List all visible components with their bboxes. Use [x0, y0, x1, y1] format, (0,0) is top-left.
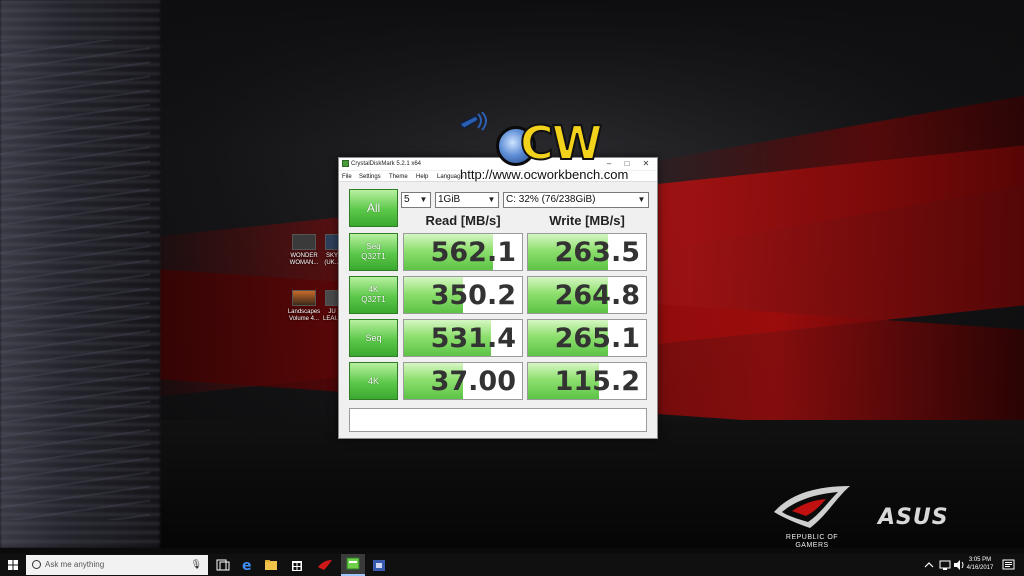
network-icon[interactable]: [938, 557, 952, 573]
cpuz-app-icon[interactable]: [370, 557, 388, 573]
seq-button[interactable]: Seq: [349, 319, 398, 357]
desktop-icon-wonder-woman[interactable]: WONDER WOMAN...: [286, 234, 322, 267]
clock-date[interactable]: 4/16/2017: [962, 565, 998, 572]
seq-q32t1-button[interactable]: Seq Q32T1: [349, 233, 398, 271]
4k-q32t1-button[interactable]: 4K Q32T1: [349, 276, 398, 314]
rog-logo: REPUBLIC OF GAMERS: [770, 484, 854, 550]
taskbar-crystaldiskmark-button[interactable]: [341, 554, 365, 576]
seq-write-result: 265.1: [527, 319, 647, 357]
rog-eye-icon: [774, 486, 850, 528]
drive-select[interactable]: C: 32% (76/238GiB) ▼: [503, 192, 649, 208]
image-thumbnail-icon: [292, 290, 316, 306]
close-button[interactable]: ✕: [640, 159, 652, 169]
asus-logo: ASUS: [878, 505, 949, 530]
edge-browser-icon[interactable]: e: [238, 557, 256, 573]
ocw-logo-letters: CW: [519, 116, 603, 170]
svg-text:e: e: [242, 558, 252, 573]
cortana-icon: [32, 560, 41, 569]
microphone-icon[interactable]: 🎙: [191, 559, 202, 570]
clock-time[interactable]: 3:05 PM: [962, 557, 998, 564]
menu-theme[interactable]: Theme: [389, 173, 408, 181]
crystaldiskmark-app-icon: [346, 557, 360, 570]
seq-q32t1-write-result: 263.5: [527, 233, 647, 271]
desktop-icon-landscapes[interactable]: Landscapes Volume 4...: [286, 290, 322, 323]
taskbar: Ask me anything 🎙 e 3:05 PM 4/16/2017: [0, 554, 1024, 576]
chevron-down-icon: ▼: [419, 195, 428, 204]
rog-app-icon[interactable]: [316, 557, 334, 573]
comment-field[interactable]: [349, 408, 647, 432]
4k-read-result: 37.00: [403, 362, 523, 400]
store-icon[interactable]: [288, 557, 306, 573]
chevron-down-icon: ▼: [487, 195, 496, 204]
test-count-select[interactable]: 5 ▼: [401, 192, 431, 208]
4k-q32t1-read-result: 350.2: [403, 276, 523, 314]
4k-q32t1-write-result: 264.8: [527, 276, 647, 314]
antenna-icon: [459, 112, 487, 131]
video-thumbnail-icon: [325, 290, 339, 306]
video-thumbnail-icon: [325, 234, 339, 250]
watermark-url: http://www.ocworkbench.com: [460, 167, 629, 182]
write-column-header: Write [MB/s]: [549, 213, 625, 228]
action-center-icon[interactable]: [1001, 557, 1017, 573]
4k-write-result: 115.2: [527, 362, 647, 400]
seq-read-result: 531.4: [403, 319, 523, 357]
file-explorer-icon[interactable]: [262, 557, 280, 573]
crystaldiskmark-app-icon: [342, 160, 349, 167]
windows-logo-icon: [8, 560, 18, 570]
start-button[interactable]: [0, 554, 26, 576]
test-size-select[interactable]: 1GiB ▼: [435, 192, 499, 208]
window-title: CrystalDiskMark 5.2.1 x64: [351, 161, 422, 167]
crystaldiskmark-window: CrystalDiskMark 5.2.1 x64 – □ ✕ File Set…: [338, 157, 658, 439]
seq-q32t1-read-result: 562.1: [403, 233, 523, 271]
chevron-down-icon: ▼: [637, 195, 646, 204]
cortana-search-box[interactable]: Ask me anything 🎙: [26, 555, 208, 575]
video-thumbnail-icon: [292, 234, 316, 250]
task-view-icon[interactable]: [214, 557, 232, 573]
menu-settings[interactable]: Settings: [359, 173, 381, 181]
show-hidden-icons-chevron-icon[interactable]: [922, 557, 936, 573]
menu-file[interactable]: File: [342, 173, 352, 181]
all-button[interactable]: All: [349, 189, 398, 227]
menu-help[interactable]: Help: [416, 173, 428, 181]
4k-button[interactable]: 4K: [349, 362, 398, 400]
rog-text: REPUBLIC OF GAMERS: [785, 534, 839, 549]
ocw-watermark: CW http://www.ocworkbench.com: [458, 110, 638, 186]
search-placeholder: Ask me anything: [45, 560, 105, 569]
read-column-header: Read [MB/s]: [425, 213, 501, 228]
